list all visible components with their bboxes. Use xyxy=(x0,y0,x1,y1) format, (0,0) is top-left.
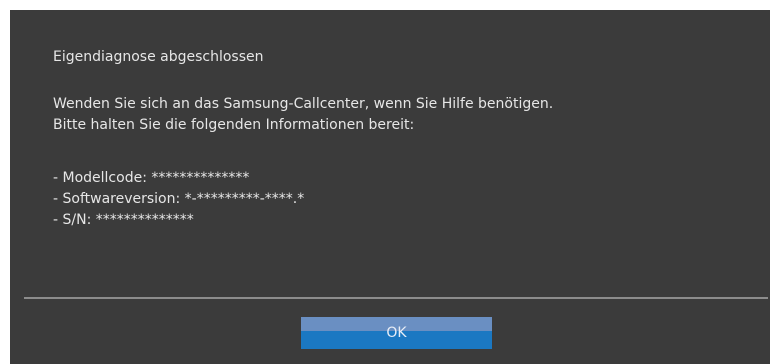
dialog-title: Eigendiagnose abgeschlossen xyxy=(53,47,264,68)
device-info-list: - Modellcode: ************** - Softwarev… xyxy=(53,168,304,231)
dialog-title-text: Eigendiagnose abgeschlossen xyxy=(53,49,264,65)
self-diagnosis-dialog: Eigendiagnose abgeschlossen Wenden Sie s… xyxy=(10,10,770,364)
dialog-message: Wenden Sie sich an das Samsung-Callcente… xyxy=(53,94,553,136)
message-line-info-request: Bitte halten Sie die folgenden Informati… xyxy=(53,117,415,133)
message-line-contact: Wenden Sie sich an das Samsung-Callcente… xyxy=(53,96,554,112)
serial-number-line: - S/N: ************** xyxy=(53,212,194,228)
software-version-line: - Softwareversion: *-*********-****.* xyxy=(53,191,305,207)
model-code-line: - Modellcode: ************** xyxy=(53,170,250,186)
dialog-divider xyxy=(24,297,768,299)
ok-button[interactable]: OK xyxy=(301,317,492,349)
